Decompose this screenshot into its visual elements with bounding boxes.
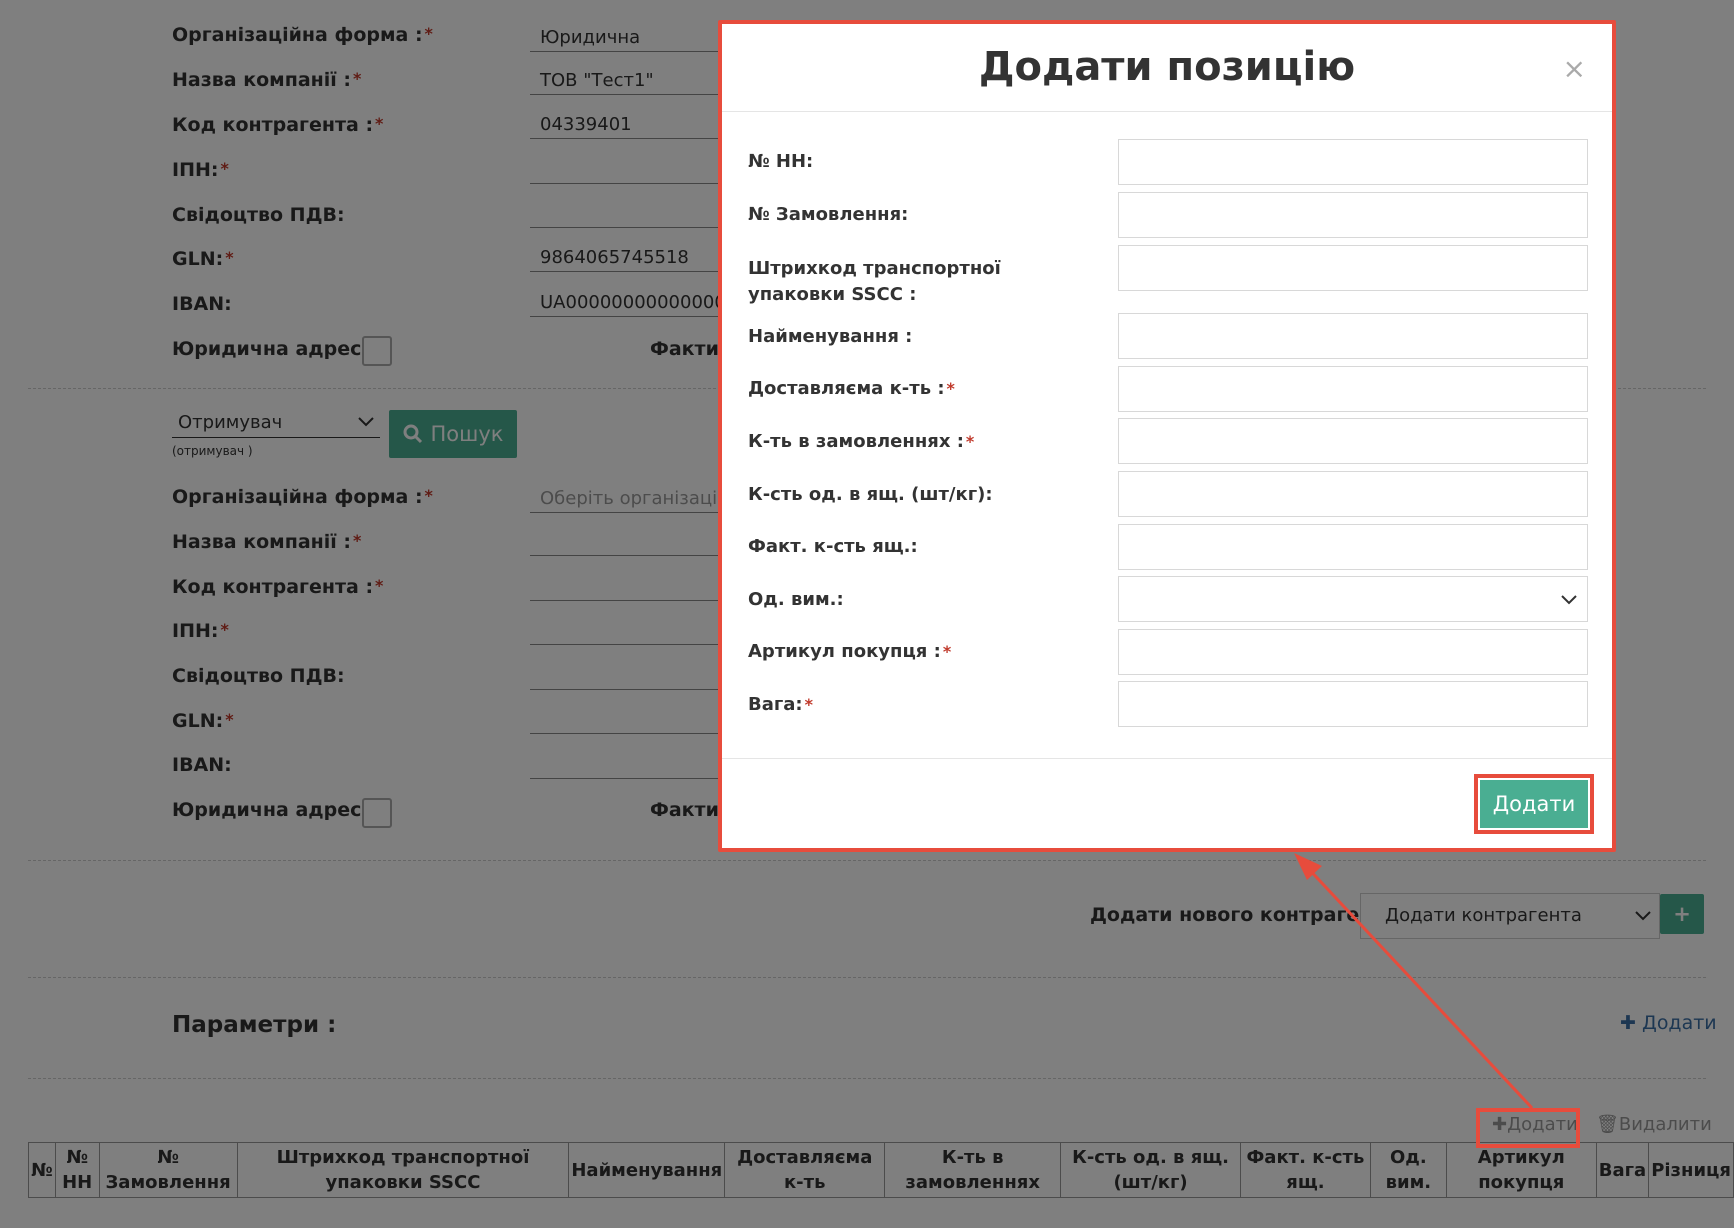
- name-input[interactable]: [1118, 313, 1588, 359]
- field-label-ordered-qty: К-ть в замовленнях : *: [748, 431, 975, 452]
- unit-select[interactable]: [1118, 576, 1588, 622]
- sscc-input[interactable]: [1118, 245, 1588, 291]
- modal-footer: [722, 758, 1612, 759]
- units-per-box-input[interactable]: [1118, 471, 1588, 517]
- buyer-article-input[interactable]: [1118, 629, 1588, 675]
- modal-title: Додати позицію: [978, 44, 1356, 90]
- field-label-unit: Од. вим.:: [748, 589, 844, 610]
- field-label-actual-boxes: Факт. к-сть ящ.:: [748, 536, 918, 557]
- invoice-no-input[interactable]: [1118, 139, 1588, 185]
- field-label-sscc: Штрихкод транспортної упаковки SSCC :: [748, 258, 1001, 305]
- submit-add-button[interactable]: Додати: [1474, 774, 1594, 834]
- field-label-buyer-article: Артикул покупця : *: [748, 641, 952, 662]
- delivered-qty-input[interactable]: [1118, 366, 1588, 412]
- field-label-order-no: № Замовлення:: [748, 204, 909, 225]
- ordered-qty-input[interactable]: [1118, 418, 1588, 464]
- actual-boxes-input[interactable]: [1118, 524, 1588, 570]
- weight-input[interactable]: [1118, 681, 1588, 727]
- field-label-name: Найменування :: [748, 326, 913, 347]
- field-label-invoice-no: № НН:: [748, 151, 814, 172]
- field-label-weight: Вага: *: [748, 694, 813, 715]
- add-position-modal: Додати позицію × № НН: № Замовлення: Штр…: [718, 20, 1616, 852]
- order-no-input[interactable]: [1118, 192, 1588, 238]
- field-label-delivered-qty: Доставляєма к-ть : *: [748, 378, 955, 399]
- chevron-down-icon: [1561, 595, 1577, 605]
- close-icon[interactable]: ×: [1563, 52, 1586, 85]
- field-label-units-per-box: К-сть од. в ящ. (шт/кг):: [748, 484, 993, 505]
- modal-header: Додати позицію ×: [722, 24, 1612, 112]
